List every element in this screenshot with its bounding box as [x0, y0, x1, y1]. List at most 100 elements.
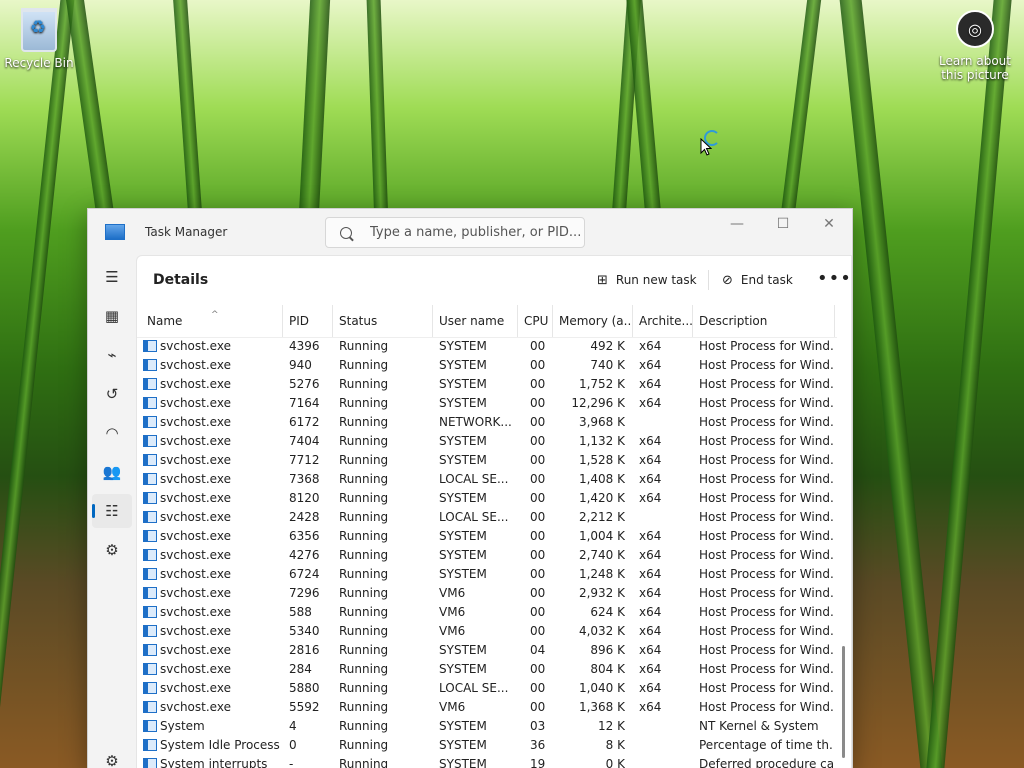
- cell-cpu: 00: [530, 548, 546, 562]
- camera-icon: ◎: [956, 10, 994, 48]
- cell-status: Running: [339, 624, 389, 638]
- table-row[interactable]: svchost.exe 7404 Running SYSTEM 00 1,132…: [137, 432, 837, 451]
- table-row[interactable]: svchost.exe 5276 Running SYSTEM 00 1,752…: [137, 375, 837, 394]
- cell-memory: 12,296 K: [571, 396, 625, 410]
- cell-status: Running: [339, 719, 389, 733]
- cell-status: Running: [339, 738, 389, 752]
- end-task-icon: ⊘: [722, 272, 733, 288]
- table-row[interactable]: System 4 Running SYSTEM 03 12 K NT Kerne…: [137, 717, 837, 736]
- cell-name: svchost.exe: [160, 396, 231, 410]
- table-row[interactable]: svchost.exe 588 Running VM6 00 624 K x64…: [137, 603, 837, 622]
- process-icon: [143, 644, 157, 656]
- process-icon: [143, 549, 157, 561]
- cell-name: svchost.exe: [160, 662, 231, 676]
- maximize-button[interactable]: ☐: [760, 209, 806, 239]
- search-box[interactable]: [325, 217, 585, 248]
- recycle-bin[interactable]: Recycle Bin: [4, 8, 74, 70]
- cell-name: svchost.exe: [160, 567, 231, 581]
- cell-pid: 940: [289, 358, 312, 372]
- nav-users[interactable]: 👥: [92, 455, 132, 489]
- cell-description: Host Process for Wind...: [699, 548, 833, 562]
- cell-name: svchost.exe: [160, 681, 231, 695]
- cell-description: NT Kernel & System: [699, 719, 819, 733]
- mouse-cursor-icon: [700, 138, 712, 156]
- table-row[interactable]: svchost.exe 4276 Running SYSTEM 00 2,740…: [137, 546, 837, 565]
- column-header-user-name[interactable]: User name: [433, 305, 518, 337]
- cell-description: Host Process for Wind...: [699, 529, 833, 543]
- nav-startup-apps[interactable]: ◠: [92, 416, 132, 450]
- close-button[interactable]: ✕: [806, 209, 852, 239]
- nav-processes[interactable]: ▦: [92, 299, 132, 333]
- cell-memory: 1,132 K: [578, 434, 625, 448]
- cell-name: svchost.exe: [160, 358, 231, 372]
- cell-architecture: x64: [639, 472, 662, 486]
- column-header-architecture[interactable]: Archite...: [633, 305, 693, 337]
- column-header-status[interactable]: Status: [333, 305, 433, 337]
- table-row[interactable]: svchost.exe 940 Running SYSTEM 00 740 K …: [137, 356, 837, 375]
- cell-memory: 896 K: [590, 643, 625, 657]
- table-row[interactable]: svchost.exe 7368 Running LOCAL SE... 00 …: [137, 470, 837, 489]
- cell-pid: 2428: [289, 510, 320, 524]
- search-input[interactable]: [368, 224, 582, 241]
- table-row[interactable]: svchost.exe 7712 Running SYSTEM 00 1,528…: [137, 451, 837, 470]
- cell-memory: 1,004 K: [578, 529, 625, 543]
- more-options-button[interactable]: •••: [817, 268, 852, 289]
- table-row[interactable]: svchost.exe 7164 Running SYSTEM 00 12,29…: [137, 394, 837, 413]
- run-new-task-button[interactable]: ⊞ Run new task: [597, 256, 697, 304]
- cell-user-name: VM6: [439, 586, 466, 600]
- cell-architecture: x64: [639, 662, 662, 676]
- cell-user-name: SYSTEM: [439, 567, 487, 581]
- run-task-icon: ⊞: [597, 272, 608, 288]
- column-header-pid[interactable]: PID: [283, 305, 333, 337]
- table-row[interactable]: svchost.exe 284 Running SYSTEM 00 804 K …: [137, 660, 837, 679]
- cell-description: Host Process for Wind...: [699, 453, 833, 467]
- table-row[interactable]: System Idle Process 0 Running SYSTEM 36 …: [137, 736, 837, 755]
- table-row[interactable]: svchost.exe 7296 Running VM6 00 2,932 K …: [137, 584, 837, 603]
- title-bar[interactable]: Task Manager — ☐ ✕: [88, 209, 852, 255]
- vertical-scrollbar[interactable]: [842, 646, 845, 758]
- minimize-icon: —: [730, 216, 744, 232]
- cell-description: Host Process for Wind...: [699, 434, 833, 448]
- process-icon: [143, 530, 157, 542]
- cell-name: svchost.exe: [160, 415, 231, 429]
- nav-app-history[interactable]: ↺: [92, 377, 132, 411]
- cell-name: svchost.exe: [160, 377, 231, 391]
- table-row[interactable]: svchost.exe 2428 Running LOCAL SE... 00 …: [137, 508, 837, 527]
- table-row[interactable]: svchost.exe 6356 Running SYSTEM 00 1,004…: [137, 527, 837, 546]
- table-row[interactable]: svchost.exe 5880 Running LOCAL SE... 00 …: [137, 679, 837, 698]
- nav-services[interactable]: ⚙: [92, 533, 132, 567]
- learn-about-picture[interactable]: ◎ Learn about this picture: [930, 10, 1020, 82]
- table-row[interactable]: svchost.exe 5340 Running VM6 00 4,032 K …: [137, 622, 837, 641]
- process-icon: [143, 682, 157, 694]
- column-header-memory[interactable]: Memory (a...: [553, 305, 633, 337]
- nav-details[interactable]: ☷: [92, 494, 132, 528]
- table-row[interactable]: svchost.exe 6724 Running SYSTEM 00 1,248…: [137, 565, 837, 584]
- cell-pid: 7368: [289, 472, 320, 486]
- table-row[interactable]: svchost.exe 4396 Running SYSTEM 00 492 K…: [137, 337, 837, 356]
- cell-cpu: 00: [530, 510, 546, 524]
- column-header-cpu[interactable]: CPU: [518, 305, 553, 337]
- table-row[interactable]: svchost.exe 5592 Running VM6 00 1,368 K …: [137, 698, 837, 717]
- table-row[interactable]: svchost.exe 2816 Running SYSTEM 04 896 K…: [137, 641, 837, 660]
- nav-settings[interactable]: ⚙: [92, 744, 132, 768]
- cell-name: svchost.exe: [160, 472, 231, 486]
- table-row[interactable]: svchost.exe 8120 Running SYSTEM 00 1,420…: [137, 489, 837, 508]
- nav-menu-button[interactable]: ☰: [92, 260, 132, 294]
- table-row[interactable]: svchost.exe 6172 Running NETWORK... 00 3…: [137, 413, 837, 432]
- hamburger-menu-icon: ☰: [105, 268, 119, 286]
- minimize-button[interactable]: —: [714, 209, 760, 239]
- cell-user-name: VM6: [439, 624, 466, 638]
- cell-user-name: VM6: [439, 700, 466, 714]
- cell-memory: 1,420 K: [578, 491, 625, 505]
- table-row[interactable]: System interrupts - Running SYSTEM 19 0 …: [137, 755, 837, 768]
- cell-pid: 7164: [289, 396, 320, 410]
- end-task-button[interactable]: ⊘ End task: [722, 256, 793, 304]
- cell-pid: 7296: [289, 586, 320, 600]
- column-header-description[interactable]: Description: [693, 305, 835, 337]
- cell-name: svchost.exe: [160, 510, 231, 524]
- column-header-name[interactable]: Name ^: [141, 305, 283, 337]
- settings-icon: ⚙: [105, 752, 119, 768]
- cell-architecture: x64: [639, 377, 662, 391]
- nav-performance[interactable]: ⌁: [92, 338, 132, 372]
- cell-architecture: x64: [639, 586, 662, 600]
